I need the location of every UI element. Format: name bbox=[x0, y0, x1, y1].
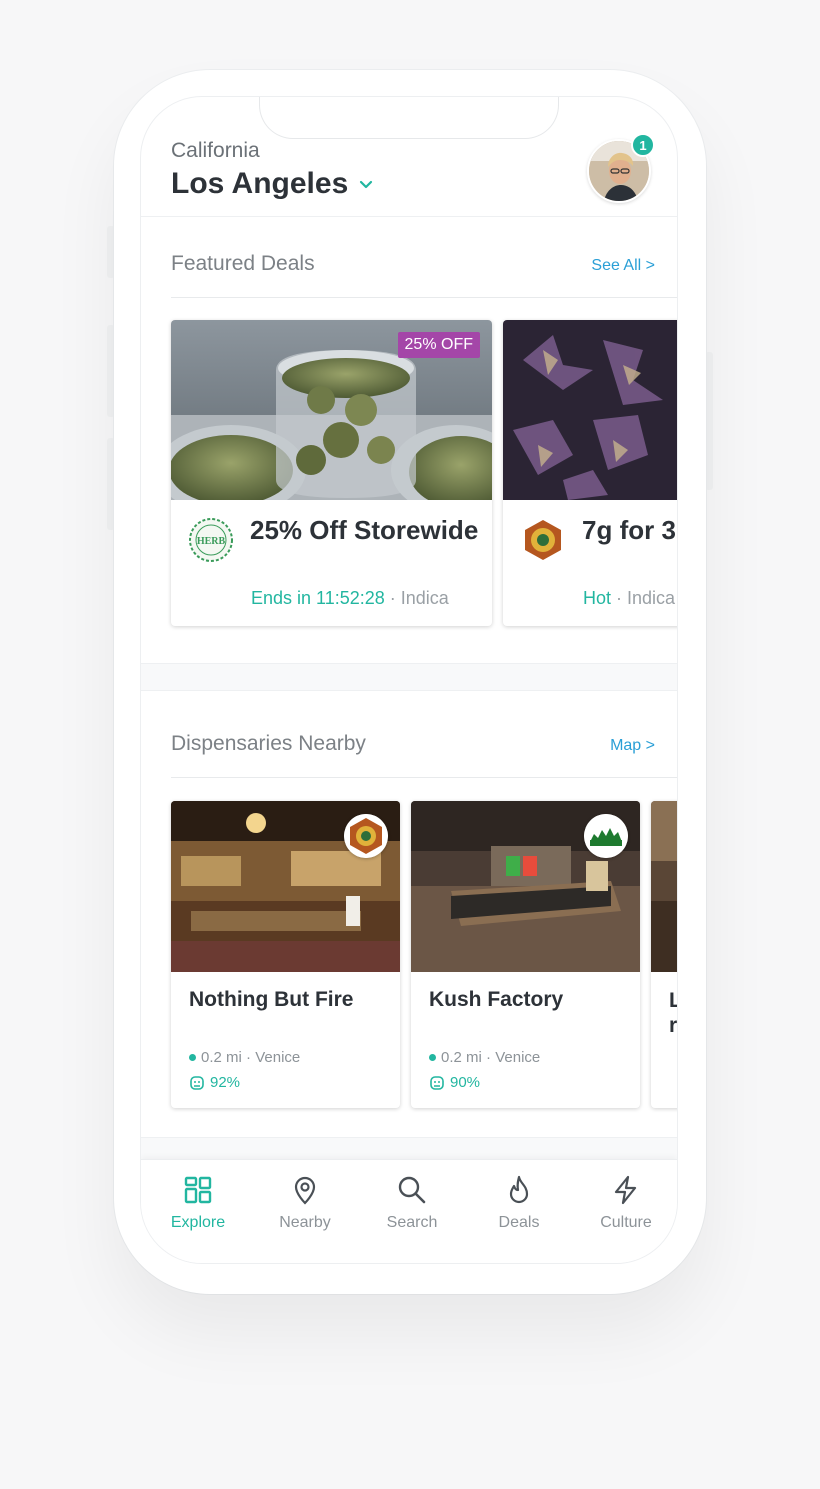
nothing-but-fire-logo bbox=[344, 814, 388, 858]
lightning-icon bbox=[614, 1175, 637, 1205]
tab-culture[interactable]: Culture bbox=[576, 1174, 676, 1232]
deal-title: 7g for 3 skywalk bbox=[582, 515, 677, 545]
nothing-but-fire-logo bbox=[525, 520, 561, 560]
kush-factory-logo bbox=[584, 814, 628, 858]
state-label: California bbox=[171, 139, 260, 162]
location-pin-icon bbox=[294, 1176, 316, 1205]
section-gap bbox=[141, 663, 677, 691]
map-link[interactable]: Map > bbox=[610, 737, 655, 755]
dispensary-card[interactable]: Kush Factory 0.2 mi · Venice 90% bbox=[411, 801, 640, 1108]
dispensary-meta: 0.2 mi · Venice bbox=[429, 1049, 540, 1066]
see-all-link[interactable]: See All > bbox=[591, 257, 655, 275]
dispensary-card[interactable]: Nothing But Fire 0.2 mi · Venice 92% bbox=[171, 801, 400, 1108]
tab-label: Deals bbox=[498, 1214, 540, 1231]
score-value: 90% bbox=[450, 1074, 481, 1091]
deal-meta: Ends in 11:52:28 · Indica bbox=[251, 588, 449, 608]
phone-notch bbox=[259, 97, 559, 139]
section-divider bbox=[171, 777, 677, 778]
tab-label: Culture bbox=[600, 1214, 652, 1231]
deal-countdown: Ends in 11:52:28 bbox=[251, 588, 385, 608]
deal-meta: Hot · Indica bbox=[583, 588, 676, 608]
deal-card[interactable]: 7g for 3 skywalk Hot · Indica bbox=[503, 320, 677, 626]
dispensaries-nearby-title: Dispensaries Nearby bbox=[171, 732, 366, 755]
score-value: 92% bbox=[210, 1074, 241, 1091]
flame-icon bbox=[509, 1175, 529, 1204]
deal-strain: Indica bbox=[400, 588, 449, 608]
notification-badge: 1 bbox=[631, 133, 655, 157]
tab-search[interactable]: Search bbox=[362, 1174, 462, 1232]
distance: 0.2 mi bbox=[441, 1049, 482, 1066]
tab-explore[interactable]: Explore bbox=[148, 1174, 248, 1232]
the-herb-logo: HERB bbox=[189, 518, 233, 562]
dispensary-name: Kush Factory bbox=[429, 988, 564, 1011]
power-button bbox=[705, 352, 713, 490]
tab-label: Nearby bbox=[279, 1214, 331, 1231]
discount-tag: 25% OFF bbox=[397, 332, 480, 358]
dispensary-meta: 0.2 mi · Venice bbox=[189, 1049, 300, 1066]
distance: 0.2 mi bbox=[201, 1049, 242, 1066]
dispensary-name: L r bbox=[669, 989, 678, 1037]
dispensary-name: Nothing But Fire bbox=[189, 988, 354, 1011]
deal-status: Hot bbox=[583, 588, 612, 608]
section-divider bbox=[171, 297, 677, 298]
tab-nearby[interactable]: Nearby bbox=[255, 1174, 355, 1232]
search-icon bbox=[398, 1176, 426, 1204]
area: Venice bbox=[495, 1049, 541, 1066]
deal-card[interactable]: 25% OFF HERB 25% Off Storewide Ends in 1… bbox=[171, 320, 492, 626]
rating-face-icon bbox=[430, 1075, 444, 1090]
bottom-tab-bar: Explore Nearby Search Deals Culture bbox=[141, 1159, 677, 1263]
deal-strain: Indica bbox=[627, 588, 676, 608]
svg-text:HERB: HERB bbox=[197, 536, 226, 547]
featured-deals-title: Featured Deals bbox=[171, 252, 315, 275]
tab-deals[interactable]: Deals bbox=[469, 1174, 569, 1232]
city-label: Los Angeles bbox=[171, 167, 349, 200]
open-status-dot bbox=[429, 1054, 436, 1061]
area: Venice bbox=[255, 1049, 301, 1066]
city-selector[interactable]: Los Angeles bbox=[171, 167, 374, 201]
tab-label: Search bbox=[386, 1214, 438, 1231]
rating-face-icon bbox=[190, 1075, 204, 1090]
tab-label: Explore bbox=[170, 1214, 226, 1231]
dispensary-card[interactable]: L r bbox=[651, 801, 678, 1108]
grid-icon bbox=[184, 1176, 212, 1204]
deal-photo bbox=[503, 320, 677, 500]
chevron-down-icon bbox=[360, 180, 373, 189]
app-screen: California Los Angeles 1 Featured Deals … bbox=[140, 96, 678, 1264]
dispensary-score: 90% bbox=[429, 1074, 480, 1091]
open-status-dot bbox=[189, 1054, 196, 1061]
deal-title: 25% Off Storewide bbox=[250, 515, 479, 545]
dispensary-photo bbox=[651, 801, 677, 972]
dispensary-score: 92% bbox=[189, 1074, 240, 1091]
